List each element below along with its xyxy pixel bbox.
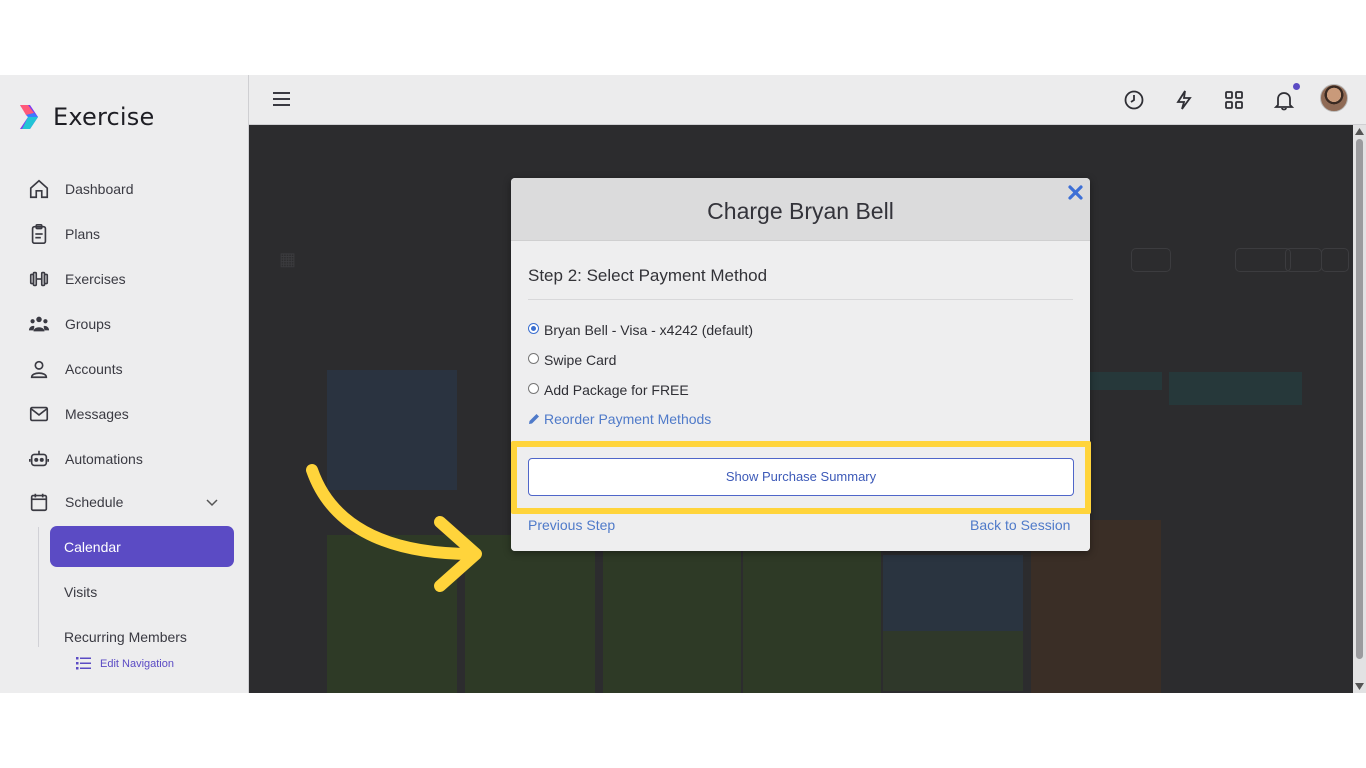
sidebar-subitem-recurring-members[interactable]: Recurring Members: [64, 629, 187, 645]
dumbbell-icon: [29, 271, 49, 287]
backdrop-date-heading: ▦: [279, 249, 297, 269]
reorder-label: Reorder Payment Methods: [544, 411, 712, 427]
exercise-logo-icon: [20, 105, 38, 129]
payment-option-free-package[interactable]: Add Package for FREE: [528, 382, 689, 398]
user-icon: [30, 360, 48, 379]
modal-title: Charge Bryan Bell: [707, 198, 894, 224]
payment-option-visa[interactable]: Bryan Bell - Visa - x4242 (default): [528, 322, 753, 338]
backdrop-view-button: [1235, 248, 1291, 272]
backdrop-view-button: [1131, 248, 1172, 272]
sidebar-item-label: Accounts: [65, 361, 123, 377]
payment-option-label: Bryan Bell - Visa - x4242 (default): [544, 322, 754, 338]
back-to-session-link[interactable]: Back to Session: [970, 517, 1070, 533]
scroll-up-icon[interactable]: [1355, 128, 1364, 135]
reorder-payment-methods-link[interactable]: Reorder Payment Methods: [528, 411, 711, 427]
sidebar-item-label: Plans: [65, 226, 101, 242]
backdrop-view-button: [1285, 248, 1323, 272]
sidebar-item-dashboard[interactable]: Dashboard: [28, 177, 134, 201]
edit-navigation-label: Edit Navigation: [100, 657, 174, 670]
sidebar-subitem-calendar[interactable]: Calendar: [50, 526, 234, 567]
highlight-box: [511, 441, 1091, 514]
radio-unselected[interactable]: [528, 352, 539, 364]
menu-icon[interactable]: [273, 91, 290, 107]
avatar[interactable]: [1320, 84, 1348, 112]
sidebar-subitem-visits[interactable]: Visits: [64, 584, 97, 600]
users-icon: [28, 316, 50, 332]
brand[interactable]: Exercise: [16, 103, 154, 131]
clipboard-icon: [31, 224, 47, 244]
sidebar-item-groups[interactable]: Groups: [28, 312, 111, 336]
sidebar-item-plans[interactable]: Plans: [28, 222, 100, 246]
lightning-icon[interactable]: [1173, 89, 1195, 111]
chevron-down-icon[interactable]: [205, 495, 219, 509]
payment-option-swipe-card[interactable]: Swipe Card: [528, 352, 616, 368]
sidebar-item-label: Automations: [65, 451, 143, 467]
list-icon: [76, 657, 91, 670]
app-name: Exercise: [53, 103, 155, 131]
previous-step-link[interactable]: Previous Step: [528, 517, 615, 533]
robot-icon: [29, 450, 49, 467]
clock-icon[interactable]: [1123, 89, 1145, 111]
edit-navigation-link[interactable]: Edit Navigation: [76, 656, 174, 671]
notification-dot: [1293, 83, 1300, 90]
event-block: [743, 550, 881, 693]
pointer-arrow-icon: [306, 464, 482, 592]
event-block: [883, 631, 1023, 691]
sidebar-item-schedule[interactable]: Schedule: [28, 490, 123, 514]
topbar: [249, 75, 1366, 125]
calendar-icon: [30, 493, 48, 512]
radio-unselected[interactable]: [528, 382, 539, 394]
apps-grid-icon[interactable]: [1223, 89, 1245, 111]
sidebar-item-label: Messages: [65, 406, 129, 422]
sidebar: Exercise Dashboard Plans Exercises Group…: [0, 75, 249, 693]
sidebar-item-label: Schedule: [65, 494, 124, 510]
submenu-divider: [38, 527, 39, 647]
sidebar-item-accounts[interactable]: Accounts: [28, 357, 123, 381]
sidebar-item-automations[interactable]: Automations: [28, 447, 143, 471]
divider: [528, 299, 1073, 300]
event-block: [1169, 372, 1302, 405]
bell-icon[interactable]: [1273, 89, 1295, 111]
app-window: Exercise Dashboard Plans Exercises Group…: [0, 75, 1366, 693]
sidebar-item-label: Exercises: [65, 271, 126, 287]
sidebar-item-label: Dashboard: [65, 181, 134, 197]
pencil-icon: [529, 414, 539, 424]
backdrop-view-button: [1321, 248, 1350, 272]
home-icon: [29, 179, 49, 199]
scroll-thumb[interactable]: [1356, 139, 1363, 659]
payment-option-label: Add Package for FREE: [544, 382, 689, 398]
radio-selected[interactable]: [528, 322, 539, 334]
sidebar-item-label: Groups: [65, 316, 111, 332]
event-block: [603, 550, 741, 693]
payment-option-label: Swipe Card: [544, 352, 617, 368]
event-block: [883, 555, 1023, 631]
scroll-down-icon[interactable]: [1355, 683, 1364, 690]
event-block: [1084, 372, 1162, 390]
sidebar-item-exercises[interactable]: Exercises: [28, 267, 126, 291]
sidebar-item-messages[interactable]: Messages: [28, 402, 129, 426]
step-title: Step 2: Select Payment Method: [528, 266, 768, 285]
page-scrollbar[interactable]: [1353, 125, 1366, 693]
close-icon[interactable]: [1068, 185, 1083, 200]
modal-header: Charge Bryan Bell: [511, 178, 1090, 241]
mail-icon: [29, 406, 49, 422]
